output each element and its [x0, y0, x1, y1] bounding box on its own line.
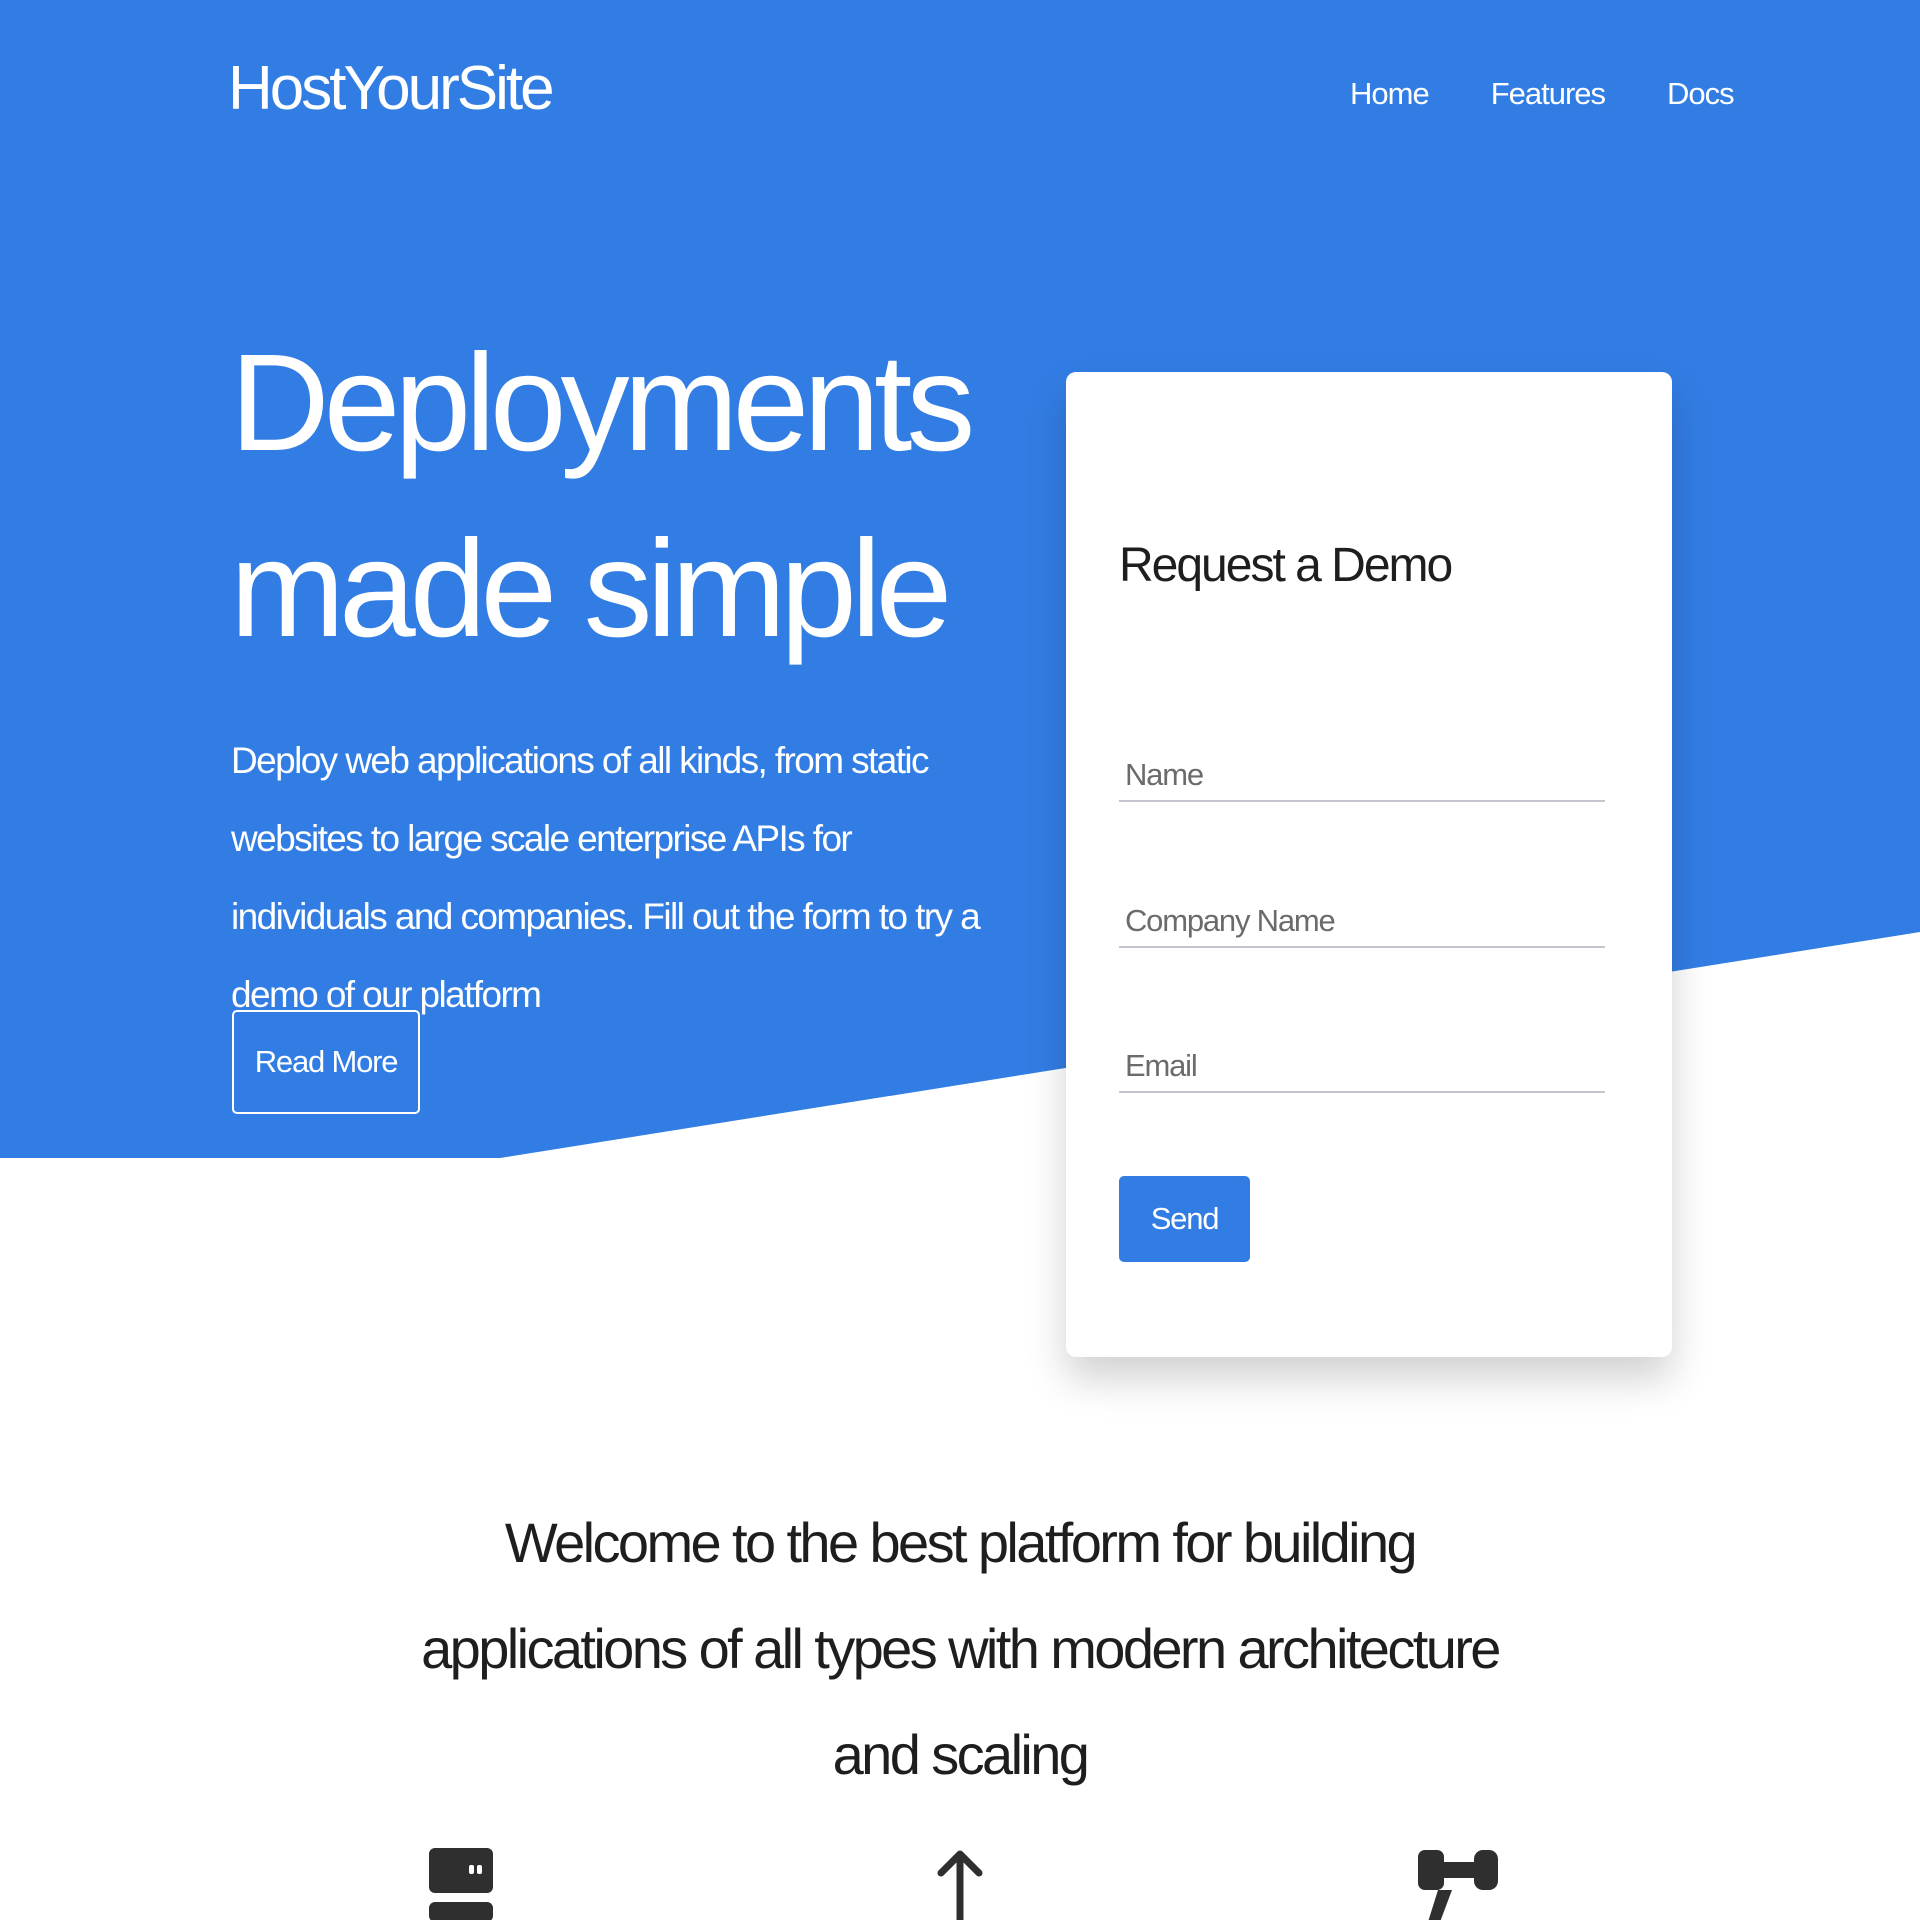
hero-description: Deploy web applications of all kinds, fr…	[231, 740, 981, 1015]
demo-request-card: Request a Demo Send	[1066, 372, 1672, 1357]
arrow-up-icon	[937, 1850, 983, 1920]
nav-features-link[interactable]: Features	[1491, 78, 1606, 109]
demo-form-title: Request a Demo	[1119, 539, 1453, 592]
top-nav: Home Features Docs	[1350, 78, 1735, 109]
name-input[interactable]	[1119, 750, 1605, 802]
email-input[interactable]	[1119, 1041, 1605, 1093]
send-button[interactable]: Send	[1119, 1176, 1250, 1262]
nav-home-link[interactable]: Home	[1350, 78, 1430, 109]
read-more-button[interactable]: Read More	[232, 1010, 420, 1114]
company-name-input[interactable]	[1119, 896, 1605, 948]
hammer-icon	[1418, 1850, 1498, 1920]
server-icon	[429, 1848, 493, 1920]
site-logo[interactable]: HostYourSite	[228, 58, 555, 120]
welcome-text: Welcome to the best platform for buildin…	[421, 1511, 1501, 1786]
nav-docs-link[interactable]: Docs	[1667, 78, 1735, 109]
hero-title: Deployments made simple	[230, 326, 975, 666]
landing-page: HostYourSite Home Features Docs Deployme…	[0, 0, 1920, 1920]
